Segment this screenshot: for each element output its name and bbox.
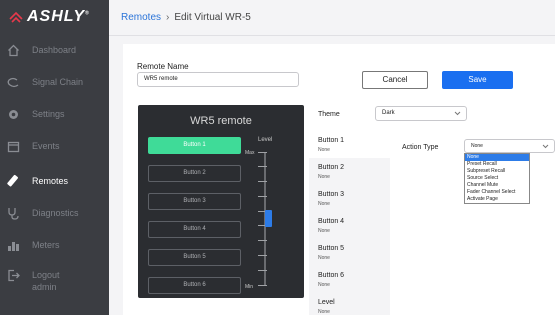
fader-tick	[258, 240, 267, 241]
button-list-name: Button 4	[318, 218, 345, 225]
button-list-action: None	[318, 309, 330, 315]
cancel-button[interactable]: Cancel	[362, 71, 428, 89]
remote-name-label: Remote Name	[137, 62, 189, 71]
fader-tick	[258, 196, 267, 197]
button-list-action: None	[318, 255, 330, 261]
preview-button-6[interactable]: Button 6	[148, 277, 241, 294]
button-list-action: None	[318, 228, 330, 234]
button-list-item-6[interactable]: Button 6 None	[309, 266, 390, 293]
action-type-select[interactable]: None	[464, 139, 555, 153]
calendar-icon	[6, 139, 20, 153]
breadcrumb-current: Edit Virtual WR-5	[174, 12, 251, 23]
action-type-label: Action Type	[402, 144, 439, 151]
gear-icon	[6, 107, 20, 121]
preview-button-1[interactable]: Button 1	[148, 137, 241, 154]
dropdown-option[interactable]: Preset Recall	[465, 161, 529, 168]
theme-select[interactable]: Dark	[375, 106, 467, 121]
button-list-item-5[interactable]: Button 5 None	[309, 239, 390, 266]
sidebar-item-label: Remotes	[32, 176, 69, 186]
fader-tick	[258, 152, 267, 153]
action-type-dropdown: None Preset Recall Subpreset Recall Sour…	[464, 153, 530, 204]
breadcrumb-separator: ›	[166, 12, 170, 23]
min-label: Min	[245, 284, 254, 290]
dropdown-option[interactable]: None	[465, 154, 529, 161]
fader-tick	[258, 181, 267, 182]
button-list-item-3[interactable]: Button 3 None	[309, 185, 390, 212]
chevron-down-icon	[454, 111, 461, 116]
button-list-item-2[interactable]: Button 2 None	[309, 158, 390, 185]
button-list-name: Button 1	[318, 137, 345, 144]
button-list-action: None	[318, 174, 330, 180]
dropdown-option[interactable]: Fader Channel Select	[465, 189, 529, 196]
preview-button-4[interactable]: Button 4	[148, 221, 241, 238]
level-label: Level	[258, 137, 273, 143]
meters-icon	[6, 238, 20, 252]
sidebar-item-signal-chain[interactable]: Signal Chain	[0, 66, 109, 98]
preview-button-3[interactable]: Button 3	[148, 193, 241, 210]
sidebar-item-logout[interactable]: Logout admin	[0, 264, 109, 296]
fader-tick	[258, 166, 267, 167]
brand-logo[interactable]: ASHLY®	[9, 8, 90, 26]
action-type-value: None	[471, 143, 483, 149]
logout-icon	[6, 268, 20, 282]
sidebar-item-diagnostics[interactable]: Diagnostics	[0, 197, 109, 229]
chevron-down-icon	[542, 144, 549, 149]
logout-label: Logout admin	[32, 270, 60, 292]
fader-tick	[258, 270, 267, 271]
home-icon	[6, 43, 20, 57]
sidebar-item-label: Settings	[32, 109, 65, 119]
button-list-name: Button 5	[318, 245, 345, 252]
max-label: Max	[245, 150, 255, 156]
stethoscope-icon	[6, 206, 20, 220]
sidebar-item-meters[interactable]: Meters	[0, 229, 109, 261]
remote-name-input[interactable]: WR5 remote	[137, 72, 299, 87]
dropdown-option[interactable]: Source Select	[465, 175, 529, 182]
button-list-action: None	[318, 147, 330, 153]
button-list-name: Button 6	[318, 272, 345, 279]
brand-name: ASHLY®	[27, 8, 90, 25]
dropdown-option[interactable]: Channel Mute	[465, 182, 529, 189]
signal-chain-icon	[6, 75, 20, 89]
sidebar-item-dashboard[interactable]: Dashboard	[0, 34, 109, 66]
fader-tick	[258, 255, 267, 256]
remote-preview-title: WR5 remote	[190, 115, 252, 127]
theme-label: Theme	[318, 111, 340, 118]
sidebar-item-settings[interactable]: Settings	[0, 98, 109, 130]
breadcrumb: Remotes › Edit Virtual WR-5	[121, 12, 251, 23]
sidebar-item-label: Diagnostics	[32, 208, 79, 218]
breadcrumb-remotes-link[interactable]: Remotes	[121, 12, 161, 23]
button-list-name: Level	[318, 299, 335, 306]
sidebar-item-events[interactable]: Events	[0, 130, 109, 162]
top-bar: Remotes › Edit Virtual WR-5	[109, 0, 555, 36]
button-list-item-4[interactable]: Button 4 None	[309, 212, 390, 239]
save-button[interactable]: Save	[442, 71, 513, 89]
preview-button-5[interactable]: Button 5	[148, 249, 241, 266]
sidebar: ASHLY® Dashboard Signal Chain Settings E…	[0, 0, 109, 315]
button-list-item-1[interactable]: Button 1 None	[309, 131, 390, 158]
sidebar-item-remotes[interactable]: Remotes	[0, 165, 109, 197]
sidebar-item-label: Signal Chain	[32, 77, 84, 87]
button-list-name: Button 2	[318, 164, 345, 171]
remote-preview: WR5 remote Button 1 Button 2 Button 3 Bu…	[138, 105, 304, 298]
sidebar-item-label: Dashboard	[32, 45, 77, 55]
button-list-action: None	[318, 282, 330, 288]
ashly-logo-icon	[9, 11, 23, 23]
theme-select-value: Dark	[382, 110, 395, 116]
button-list-action: None	[318, 201, 330, 207]
fader-knob[interactable]	[265, 210, 272, 227]
sidebar-item-label: Meters	[32, 240, 60, 250]
dropdown-option[interactable]: Activate Page	[465, 196, 529, 203]
dropdown-option[interactable]: Subpreset Recall	[465, 168, 529, 175]
sidebar-item-label: Events	[32, 141, 60, 151]
fader-tick	[258, 285, 267, 286]
button-list-name: Button 3	[318, 191, 345, 198]
remote-icon	[6, 174, 20, 188]
preview-button-2[interactable]: Button 2	[148, 165, 241, 182]
button-list-item-level[interactable]: Level None	[309, 293, 390, 315]
